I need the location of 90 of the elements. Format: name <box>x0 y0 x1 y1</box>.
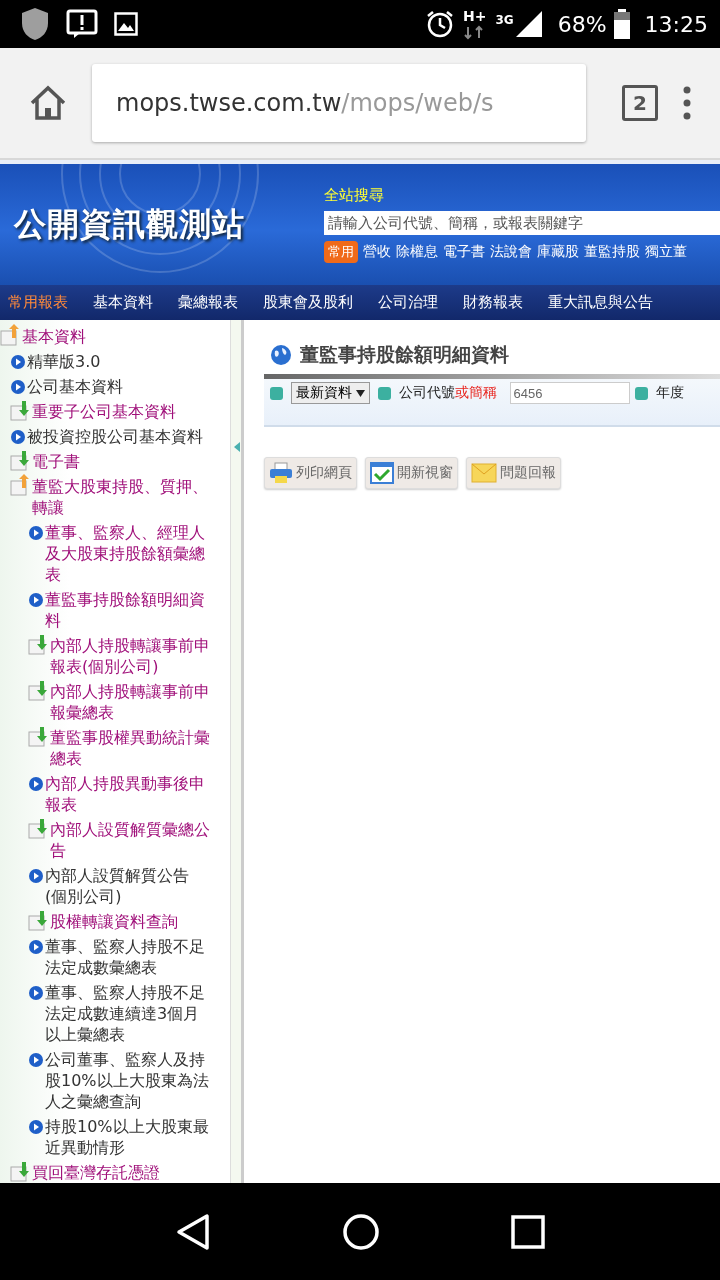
data-type-label: H+ <box>463 8 487 24</box>
home-circle-icon[interactable] <box>342 1212 380 1251</box>
tree-item[interactable]: 重要子公司基本資料 <box>32 401 176 422</box>
tree-item[interactable]: 董事、監察人持股不足法定成數彙總表 <box>45 936 210 978</box>
folder-closed-icon[interactable] <box>10 1160 32 1182</box>
printer-icon <box>269 462 293 484</box>
tree-item[interactable]: 精華版3.0 <box>27 351 101 372</box>
folder-closed-icon[interactable] <box>28 725 50 747</box>
recents-icon[interactable] <box>510 1214 545 1249</box>
folder-closed-icon[interactable] <box>28 909 50 931</box>
tree-item[interactable]: 董事、監察人、經理人及大股東持股餘額彙總表 <box>45 522 210 585</box>
site-logo[interactable]: 公開資訊觀測站 <box>0 202 310 247</box>
nav-tab[interactable]: 常用報表 <box>8 293 68 312</box>
tree-item[interactable]: 內部人持股異動事後申報表 <box>45 773 210 815</box>
nav-tab[interactable]: 彙總報表 <box>178 293 238 312</box>
nav-tab[interactable]: 財務報表 <box>463 293 523 312</box>
envelope-icon <box>471 463 497 483</box>
alert-icon <box>66 9 98 39</box>
address-bar[interactable]: mops.twse.com.tw/mops/web/s <box>92 64 586 142</box>
tree-item[interactable]: 董事、監察人持股不足法定成數連續達3個月以上彙總表 <box>45 982 210 1045</box>
tab-count-button[interactable]: 2 <box>622 85 658 121</box>
network-type: 3G <box>495 13 514 27</box>
bullet-icon <box>10 354 26 370</box>
battery-percent: 68% <box>557 11 607 37</box>
folder-closed-icon[interactable] <box>28 633 50 655</box>
tree-item[interactable]: 董監大股東持股、質押、轉讓 <box>32 476 210 518</box>
toolbar-button[interactable]: 開新視窗 <box>365 457 458 489</box>
tree-item[interactable]: 基本資料 <box>22 326 86 347</box>
menu-icon[interactable] <box>682 86 692 120</box>
tree-item[interactable]: 被投資控股公司基本資料 <box>27 426 203 447</box>
home-icon[interactable] <box>28 85 68 121</box>
page-title: 董監事持股餘額明細資料 <box>300 342 509 367</box>
bullet-icon <box>10 379 26 395</box>
tree-item[interactable]: 公司董事、監察人及持股10%以上大股東為法人之彙總查詢 <box>45 1049 210 1112</box>
bullet-icon <box>28 776 44 792</box>
nav-tab[interactable]: 基本資料 <box>93 293 153 312</box>
company-name-label: 或簡稱 <box>455 384 498 402</box>
battery-icon <box>612 9 631 39</box>
globe-icon <box>270 344 292 366</box>
bullet-icon <box>28 1119 44 1135</box>
toolbar-button[interactable]: 列印網頁 <box>264 457 357 489</box>
tree-item[interactable]: 內部人持股轉讓事前申報彙總表 <box>50 681 210 723</box>
nav-tab[interactable]: 重大訊息與公告 <box>548 293 653 312</box>
year-label: 年度 <box>656 384 685 402</box>
folder-closed-icon[interactable] <box>10 399 32 421</box>
tree-item[interactable]: 內部人設質解質公告(個別公司) <box>45 865 210 907</box>
common-badge: 常用 <box>324 241 358 263</box>
quick-link[interactable]: 營收 <box>363 243 391 261</box>
bullet-icon <box>28 985 44 1001</box>
quick-link[interactable]: 法說會 <box>490 243 532 261</box>
quick-link[interactable]: 董監持股 <box>584 243 640 261</box>
folder-open-icon[interactable] <box>0 324 22 346</box>
search-field[interactable]: 請輸入公司代號、簡稱，或報表關鍵字 <box>324 211 720 235</box>
tree-item[interactable]: 董監事股權異動統計彙總表 <box>50 727 210 769</box>
nav-tab[interactable]: 股東會及股利 <box>263 293 353 312</box>
bullet-icon <box>10 429 26 445</box>
folder-closed-icon[interactable] <box>10 449 32 471</box>
image-icon <box>114 12 138 36</box>
data-select[interactable]: 最新資料 <box>291 382 371 404</box>
tree-item[interactable]: 電子書 <box>32 451 80 472</box>
quick-link[interactable]: 除權息 <box>396 243 438 261</box>
nav-tab[interactable]: 公司治理 <box>378 293 438 312</box>
bullet-icon <box>28 939 44 955</box>
tree-item[interactable]: 公司基本資料 <box>27 376 123 397</box>
tree-item[interactable]: 內部人設質解質彙總公告 <box>50 819 210 861</box>
toolbar-button[interactable]: 問題回報 <box>466 457 561 489</box>
back-icon[interactable] <box>175 1212 212 1251</box>
tree-item[interactable]: 股權轉讓資料查詢 <box>50 911 178 932</box>
company-code-field[interactable]: 6456 <box>510 382 631 404</box>
quick-link[interactable]: 獨立董 <box>645 243 687 261</box>
bullet-icon <box>28 592 44 608</box>
company-code-label: 公司代號 <box>399 384 456 402</box>
tree-item[interactable]: 持股10%以上大股東最近異動情形 <box>45 1116 210 1158</box>
clock: 13:25 <box>644 11 708 37</box>
bullet-icon <box>28 1052 44 1068</box>
tree-item[interactable]: 董監事持股餘額明細資料 <box>45 589 210 631</box>
shield-icon <box>20 7 50 41</box>
folder-closed-icon[interactable] <box>28 817 50 839</box>
folder-closed-icon[interactable] <box>28 679 50 701</box>
tree-item[interactable]: 內部人持股轉讓事前申報表(個別公司) <box>50 635 210 677</box>
folder-open-icon[interactable] <box>10 474 32 496</box>
quick-link[interactable]: 庫藏股 <box>537 243 579 261</box>
check-window-icon <box>370 462 394 484</box>
collapse-handle-icon[interactable] <box>234 442 240 452</box>
quick-link[interactable]: 電子書 <box>443 243 485 261</box>
tree-item[interactable]: 買回臺灣存託憑證 <box>32 1162 160 1183</box>
bullet-icon <box>28 868 44 884</box>
search-title: 全站搜尋 <box>324 186 385 205</box>
dropdown-caret-icon <box>356 390 366 397</box>
bullet-icon <box>28 525 44 541</box>
